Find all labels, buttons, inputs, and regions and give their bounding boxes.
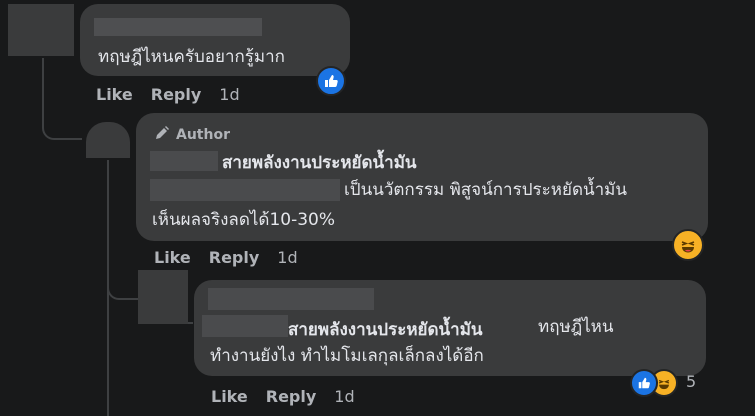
mention-blur[interactable]: [202, 315, 288, 337]
author-badge-label: Author: [176, 127, 230, 143]
like-button[interactable]: Like: [96, 85, 133, 104]
pencil-icon: [154, 125, 170, 145]
comment-text-line1: เป็นนวัตกรรม พิสูจน์การประหยัดน้ำมัน: [344, 180, 627, 200]
avatar[interactable]: [8, 4, 74, 56]
comment-actions: Like Reply 1d: [154, 248, 316, 267]
timestamp[interactable]: 1d: [334, 387, 354, 406]
thread-line: [107, 270, 139, 300]
like-button[interactable]: Like: [211, 387, 248, 406]
thread-line: [42, 58, 82, 140]
comment-text-line1: ทฤษฎีไหน: [538, 317, 614, 337]
author-badge: Author: [154, 125, 230, 145]
page-name[interactable]: สายพลังงานประหยัดน้ำมัน: [222, 149, 417, 176]
commenter-name-blur[interactable]: [150, 151, 218, 171]
comment-text-line2: เห็นผลจริงลดได้10-30%: [152, 210, 336, 230]
reaction-count: 5: [686, 372, 697, 391]
like-button[interactable]: Like: [154, 248, 191, 267]
comment-text-line2: ทำงานยังไง ทำไมโมเลกุลเล็กลงได้อีก: [210, 346, 484, 366]
avatar[interactable]: [86, 122, 130, 158]
comment-actions: Like Reply 1d: [96, 85, 258, 104]
commenter-name[interactable]: [94, 18, 262, 36]
timestamp[interactable]: 1d: [219, 85, 239, 104]
timestamp[interactable]: 1d: [277, 248, 297, 267]
commenter-name[interactable]: [208, 288, 374, 310]
comment-actions: Like Reply 1d: [211, 387, 373, 406]
comment-bubble: ทฤษฎีไหนครับอยากรู้มาก: [80, 4, 350, 76]
mention-blur[interactable]: [150, 179, 340, 201]
reply-button[interactable]: Reply: [151, 85, 202, 104]
like-icon[interactable]: [316, 66, 346, 96]
reply-button[interactable]: Reply: [266, 387, 317, 406]
comment-bubble: สายพลังงานประหยัดน้ำมัน ทฤษฎีไหน ทำงานยั…: [194, 280, 706, 376]
comment-bubble: Author สายพลังงานประหยัดน้ำมัน เป็นนวัตก…: [136, 113, 708, 241]
reaction-summary[interactable]: 5: [630, 369, 710, 399]
mention-name[interactable]: สายพลังงานประหยัดน้ำมัน: [288, 316, 483, 343]
haha-icon[interactable]: [672, 229, 704, 261]
avatar[interactable]: [138, 270, 188, 324]
like-icon: [630, 369, 658, 397]
reply-button[interactable]: Reply: [209, 248, 260, 267]
comment-text: ทฤษฎีไหนครับอยากรู้มาก: [98, 47, 285, 67]
